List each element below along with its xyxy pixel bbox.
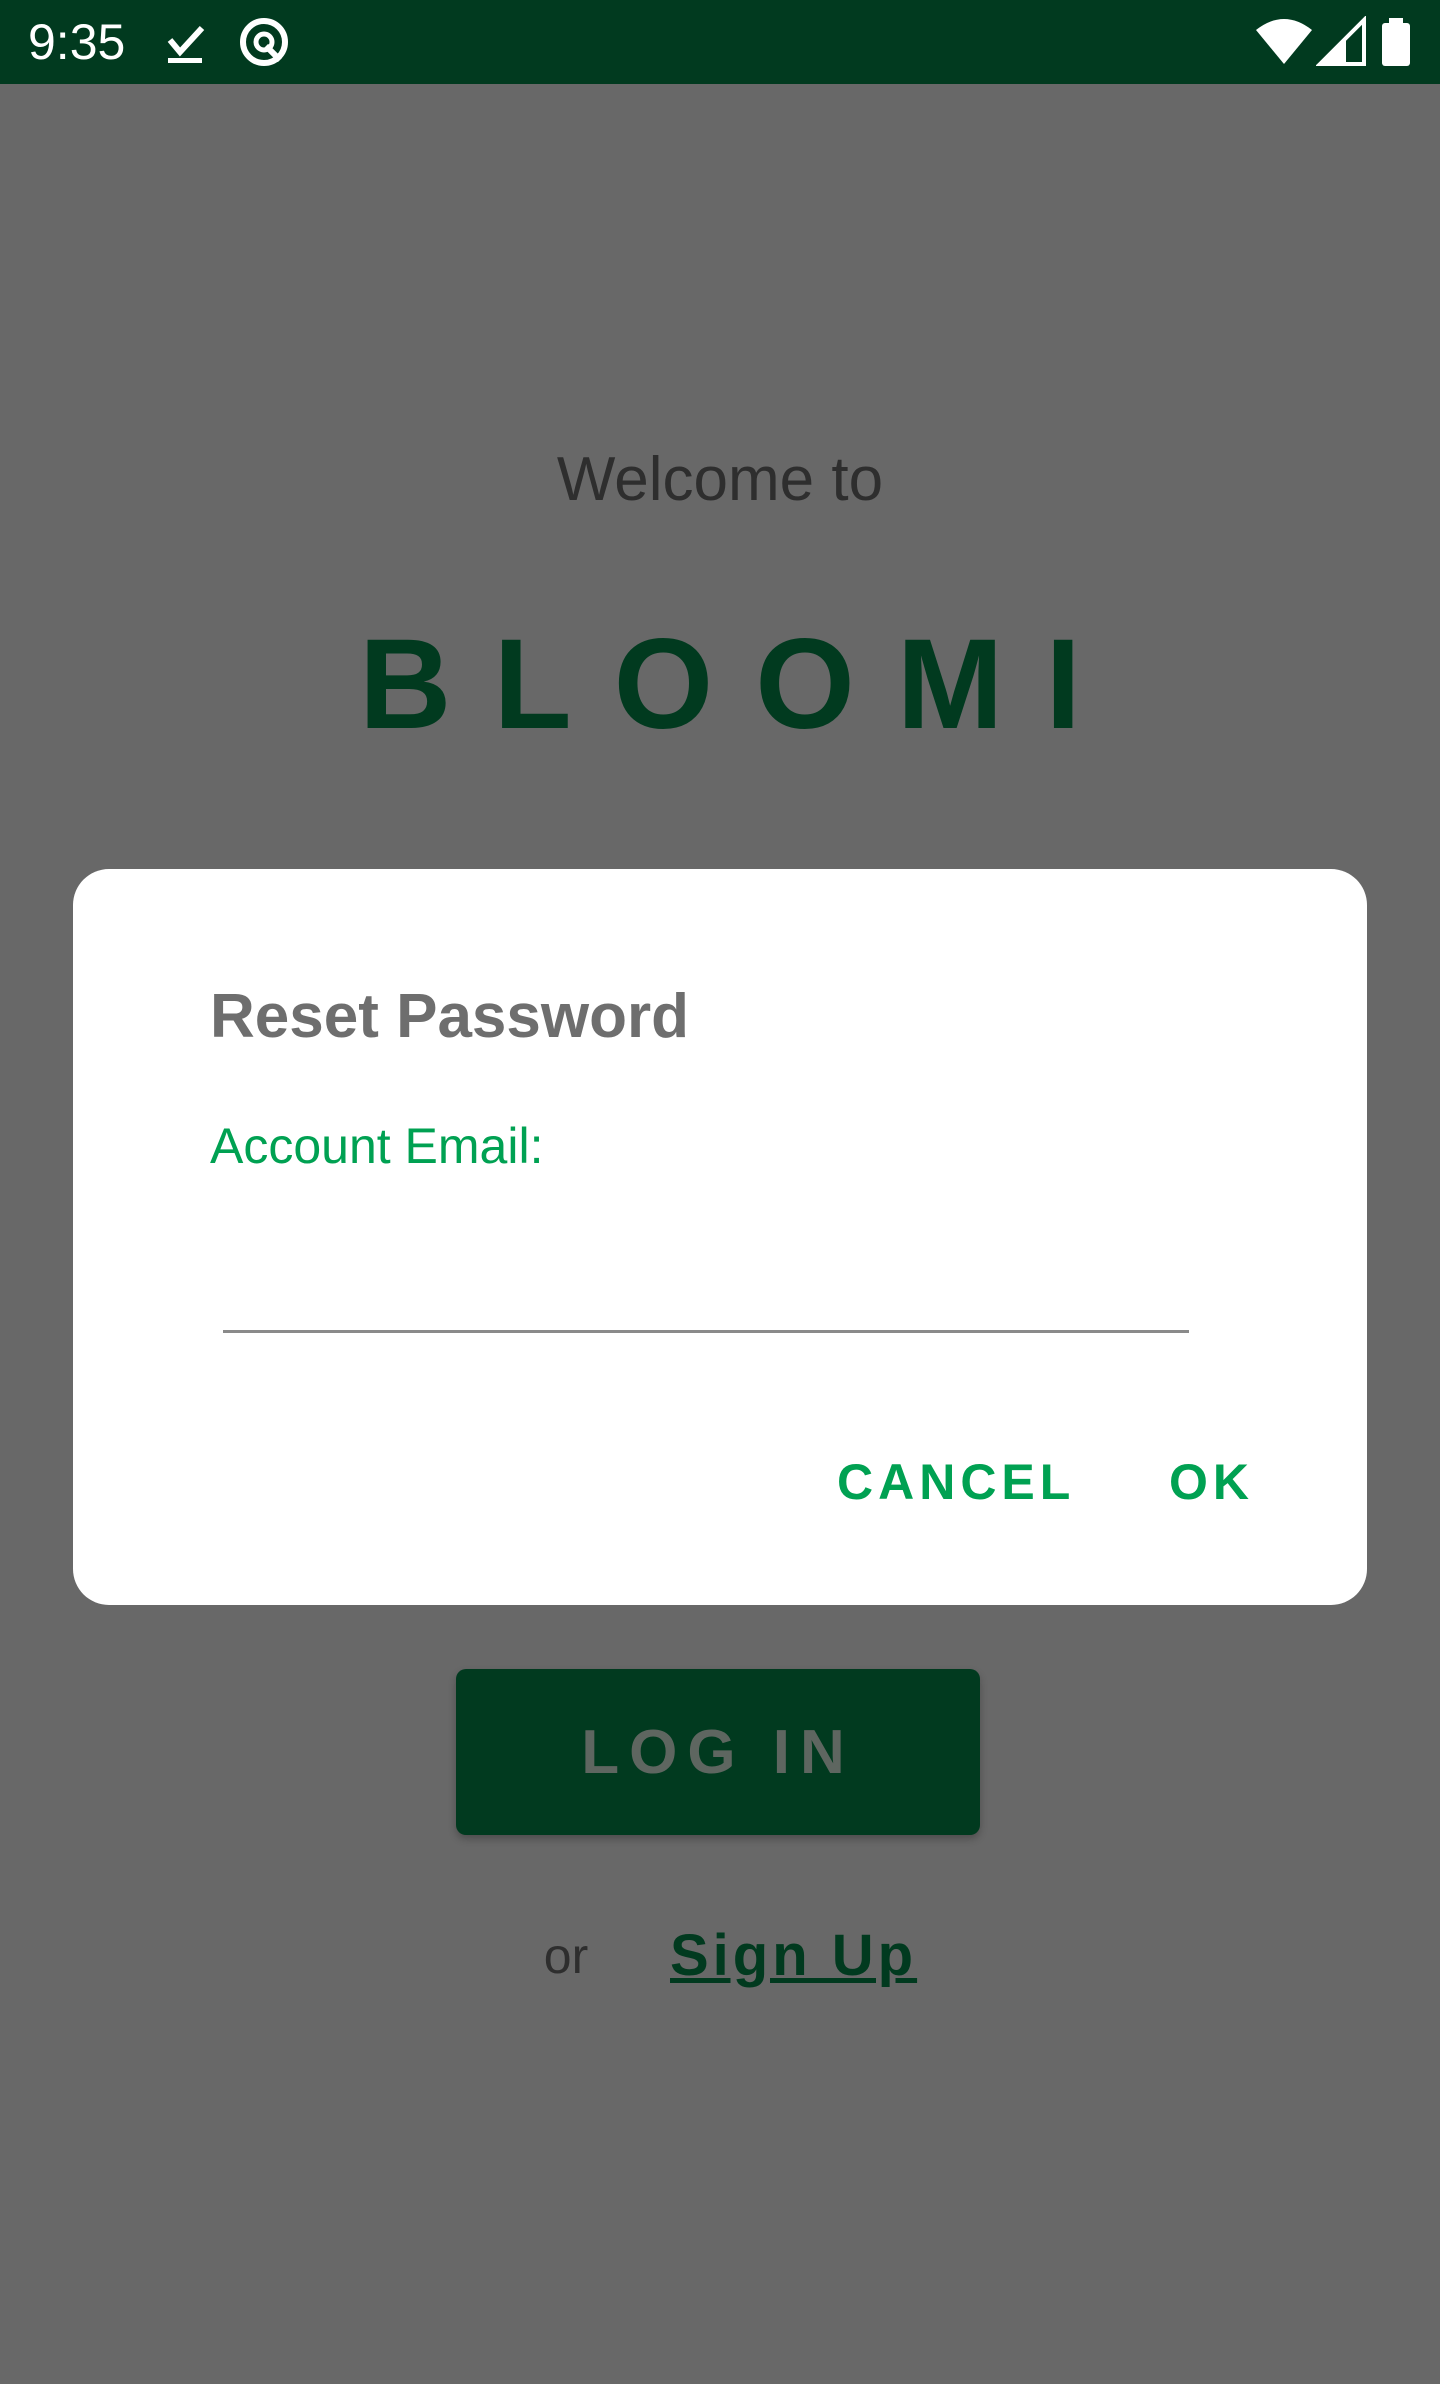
email-field-label: Account Email: bbox=[210, 1118, 544, 1174]
signal-icon bbox=[1316, 16, 1372, 68]
login-button-label: LOG IN bbox=[581, 1717, 855, 1787]
dialog-title: Reset Password bbox=[210, 982, 689, 1051]
reset-password-dialog: Reset Password Account Email: CANCEL OK bbox=[73, 869, 1367, 1605]
wifi-icon bbox=[1254, 16, 1314, 68]
ok-button[interactable]: OK bbox=[1169, 1451, 1254, 1513]
at-sign-icon bbox=[236, 16, 292, 68]
download-done-icon bbox=[160, 16, 216, 68]
email-field[interactable] bbox=[223, 1209, 1189, 1333]
battery-icon bbox=[1378, 16, 1414, 68]
cancel-button[interactable]: CANCEL bbox=[837, 1451, 1075, 1513]
brand-logo: BLOOMI bbox=[359, 613, 1123, 756]
signup-link[interactable]: Sign Up bbox=[670, 1920, 917, 1992]
or-text: or bbox=[543, 1928, 589, 1984]
login-button[interactable]: LOG IN bbox=[456, 1669, 980, 1835]
status-bar: 9:35 bbox=[0, 0, 1440, 84]
status-time: 9:35 bbox=[28, 14, 126, 70]
welcome-text: Welcome to bbox=[556, 445, 884, 514]
